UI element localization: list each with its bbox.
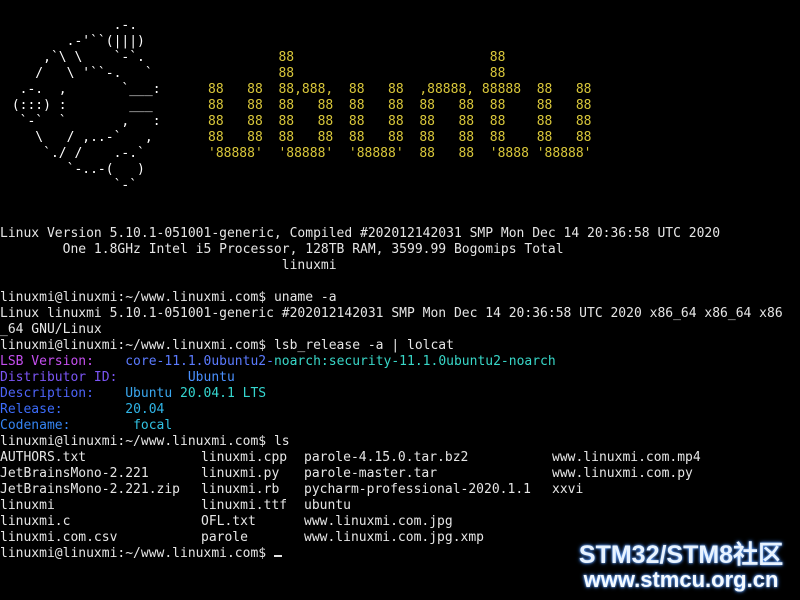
- lsb-row: Codename: focal: [0, 418, 172, 434]
- lsb-key: Release:: [0, 402, 63, 417]
- lsb-value-segment: fo: [133, 418, 149, 433]
- lsb-value-segment: noarch:security-11.1.0ubuntu2-noarch: [273, 354, 556, 369]
- file-entry[interactable]: linuxmi.ttf: [201, 498, 287, 514]
- tux-art-line: (:::) : ___: [4, 98, 153, 113]
- prompt: linuxmi@linuxmi:~/www.linuxmi.com$: [0, 434, 274, 449]
- file-entry[interactable]: AUTHORS.txt: [0, 450, 86, 466]
- file-entry[interactable]: linuxmi: [0, 498, 55, 514]
- command-text: ls: [273, 434, 290, 449]
- tux-art-line: `./ / .-.`: [4, 146, 145, 161]
- lsb-value-segment: 20.04.1 LTS: [172, 386, 267, 401]
- lsb-value-segment: core-11.1.0ubuntu2-: [125, 354, 274, 369]
- lsb-value: focal: [133, 418, 172, 433]
- terminal-window[interactable]: .-. .-'``(|||) ,`\ \ `-`. / \ '``-. ` .-…: [0, 0, 800, 600]
- tux-art-line: .-'``(|||): [4, 34, 145, 49]
- tux-art-line: `-..-( ): [4, 162, 145, 177]
- file-entry[interactable]: parole-4.15.0.tar.bz2: [304, 450, 468, 466]
- prompt: linuxmi@linuxmi:~/www.linuxmi.com$: [0, 338, 274, 353]
- lsb-key: Distributor ID:: [0, 370, 118, 385]
- tux-art-line: `-` ` , :: [4, 114, 161, 129]
- file-entry[interactable]: www.linuxmi.com.jpg.xmp: [304, 530, 484, 546]
- lsb-row: LSB Version: core-11.1.0ubuntu2-noarch:s…: [0, 354, 556, 370]
- text-cursor: [273, 555, 282, 557]
- banner-line: 88 88: [208, 50, 506, 65]
- file-entry[interactable]: JetBrainsMono-2.221: [0, 466, 149, 482]
- banner-line: 88 88 88,888, 88 88 ,88888, 88888 88 88: [208, 82, 592, 97]
- lsb-value-segment: untu: [203, 370, 235, 385]
- banner-line: 88 88 88 88 88 88 88 88 88 88 88: [208, 114, 592, 129]
- prompt-line-ls: linuxmi@linuxmi:~/www.linuxmi.com$ ls: [0, 434, 290, 450]
- lsb-row: Description: Ubuntu 20.04.1 LTS: [0, 386, 266, 402]
- file-entry[interactable]: linuxmi.cpp: [201, 450, 287, 466]
- prompt-line-uname: linuxmi@linuxmi:~/www.linuxmi.com$ uname…: [0, 290, 337, 306]
- lsb-value-segment: Ub: [187, 370, 204, 385]
- watermark-url: www.stmcu.org.cn: [583, 567, 779, 592]
- prompt-line-current[interactable]: linuxmi@linuxmi:~/www.linuxmi.com$: [0, 546, 282, 562]
- tux-art-line: \ / ,..-` ,: [4, 130, 153, 145]
- file-entry[interactable]: www.linuxmi.com.mp4: [552, 450, 701, 466]
- version-line: Linux Version 5.10.1-051001-generic, Com…: [0, 226, 721, 241]
- file-entry[interactable]: www.linuxmi.com.jpg: [304, 514, 453, 530]
- command-text: uname -a: [273, 290, 337, 305]
- file-entry[interactable]: www.linuxmi.com.py: [552, 466, 693, 482]
- lsb-key: Description:: [0, 386, 94, 401]
- lsb-row: Release: 20.04: [0, 402, 164, 418]
- lsb-key: LSB Version:: [0, 354, 94, 369]
- file-entry[interactable]: xxvi: [552, 482, 583, 498]
- tux-art-line: / \ '``-. `: [4, 66, 153, 81]
- file-entry[interactable]: parole-master.tar: [304, 466, 437, 482]
- file-entry[interactable]: linuxmi.py: [201, 466, 279, 482]
- file-entry[interactable]: linuxmi.com.csv: [0, 530, 117, 546]
- prompt-line-lsb: linuxmi@linuxmi:~/www.linuxmi.com$ lsb_r…: [0, 338, 454, 354]
- lsb-value-segment: Ubuntu: [125, 386, 173, 401]
- file-entry[interactable]: linuxmi.rb: [201, 482, 279, 498]
- prompt: linuxmi@linuxmi:~/www.linuxmi.com$: [0, 546, 274, 561]
- lsb-value: 20.04: [125, 402, 164, 417]
- lsb-value: core-11.1.0ubuntu2-noarch:security-11.1.…: [125, 354, 555, 369]
- file-entry[interactable]: linuxmi.c: [0, 514, 70, 530]
- uname-output: Linux linuxmi 5.10.1-051001-generic #202…: [0, 306, 783, 321]
- tux-art-line: .-. , `___:: [4, 82, 161, 97]
- lsb-value-segment: 20: [125, 402, 141, 417]
- lsb-value-segment: cal: [148, 418, 173, 433]
- command-text: lsb_release -a | lolcat: [273, 338, 454, 353]
- tux-art-line: `-`: [4, 178, 138, 193]
- banner-line: 88 88: [208, 66, 506, 81]
- tux-art-line: ,`\ \ `-`.: [4, 50, 145, 65]
- banner-line: 88 88 88 88 88 88 88 88 88 88 88: [208, 98, 592, 113]
- lsb-value: Ubuntu 20.04.1 LTS: [125, 386, 266, 401]
- file-entry[interactable]: ubuntu: [304, 498, 351, 514]
- lsb-row: Distributor ID: Ubuntu: [0, 370, 235, 386]
- file-entry[interactable]: parole: [201, 530, 248, 546]
- lsb-value: Ubuntu: [188, 370, 235, 385]
- file-entry[interactable]: JetBrainsMono-2.221.zip: [0, 482, 180, 498]
- prompt: linuxmi@linuxmi:~/www.linuxmi.com$: [0, 290, 274, 305]
- banner-line: '88888' '88888' '88888' 88 88 '8888 '888…: [208, 146, 592, 161]
- file-entry[interactable]: pycharm-professional-2020.1.1: [304, 482, 531, 498]
- hostname-line: linuxmi: [0, 258, 337, 273]
- tux-art-line: .-.: [4, 18, 138, 33]
- lsb-value-segment: .04: [140, 402, 165, 417]
- uname-output-wrap: _64 GNU/Linux: [0, 322, 102, 337]
- file-entry[interactable]: OFL.txt: [201, 514, 256, 530]
- processor-line: One 1.8GHz Intel i5 Processor, 128TB RAM…: [0, 242, 564, 257]
- lsb-key: Codename:: [0, 418, 71, 433]
- banner-line: 88 88 88 88 88 88 88 88 88 88 88: [208, 130, 592, 145]
